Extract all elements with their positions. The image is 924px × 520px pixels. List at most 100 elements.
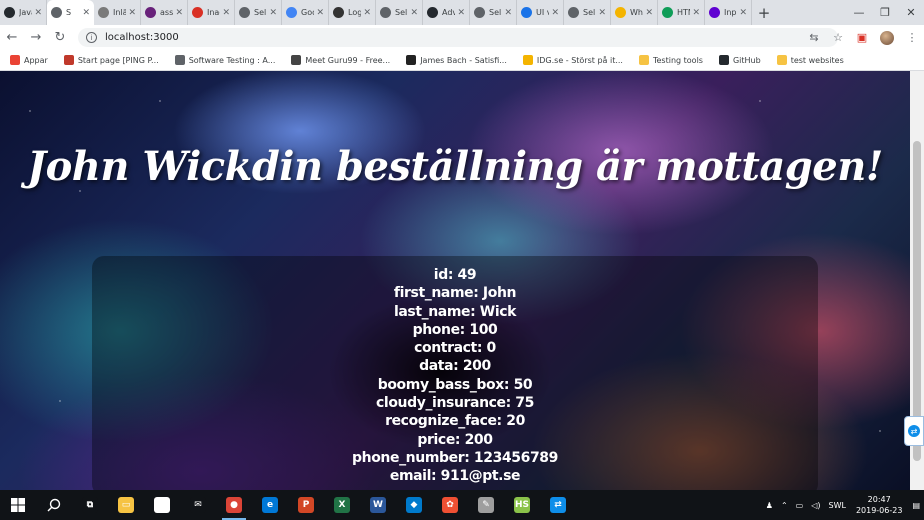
taskbar-mail[interactable]: ✉ <box>180 490 216 520</box>
close-icon[interactable]: ✕ <box>598 8 606 18</box>
browser-tab[interactable]: Inlän✕ <box>94 0 141 25</box>
network-icon[interactable]: ▭ <box>796 501 804 510</box>
order-field: boomy_bass_box: 50 <box>377 376 533 393</box>
tab-label: assig <box>160 8 174 17</box>
back-button[interactable]: ← <box>0 26 24 50</box>
avatar[interactable] <box>880 30 894 45</box>
taskbar-edge[interactable]: e <box>252 490 288 520</box>
order-field: data: 200 <box>419 358 491 375</box>
order-details: id: 49 first_name: John last_name: Wick pho… <box>92 266 818 486</box>
extension-icon[interactable]: ▣ <box>850 26 874 50</box>
close-icon[interactable]: ✕ <box>34 8 42 18</box>
taskbar-game-app[interactable]: HS <box>504 490 540 520</box>
translate-icon[interactable]: ⇆ <box>802 26 826 50</box>
taskbar-word[interactable]: W <box>360 490 396 520</box>
bookmark-item[interactable]: Testing tools <box>638 55 703 65</box>
github-icon <box>4 7 15 18</box>
bookmark-item[interactable]: IDG.se - Störst på it... <box>522 55 623 65</box>
feather-app-icon: ✎ <box>478 497 494 513</box>
teamviewer-widget[interactable]: ⇄ <box>904 416 924 446</box>
close-icon[interactable]: ✕ <box>269 8 277 18</box>
scrollbar-thumb[interactable] <box>913 141 921 461</box>
browser-tab[interactable]: Goog✕ <box>282 0 329 25</box>
bookmark-item[interactable]: GitHub <box>718 55 761 65</box>
notifications-icon[interactable]: ▤ <box>912 501 920 510</box>
bookmark-item[interactable]: Meet Guru99 - Free... <box>291 55 390 65</box>
close-icon[interactable]: ✕ <box>410 8 418 18</box>
tab-label: Selle <box>395 8 408 17</box>
taskbar-git-tool[interactable]: ✿ <box>432 490 468 520</box>
search-button[interactable] <box>36 490 72 520</box>
start-button[interactable] <box>0 490 36 520</box>
bookmark-item[interactable]: Software Testing : A... <box>174 55 275 65</box>
browser-tab[interactable]: assig✕ <box>141 0 188 25</box>
browser-tab[interactable]: Adva✕ <box>423 0 470 25</box>
close-icon[interactable]: ✕ <box>316 8 324 18</box>
bookmark-item[interactable]: test websites <box>776 55 844 65</box>
new-tab-button[interactable]: + <box>752 0 776 25</box>
close-icon[interactable]: ✕ <box>128 8 136 18</box>
taskbar-task-view[interactable]: ⧉ <box>72 490 108 520</box>
tab-label: Inpu <box>724 8 737 17</box>
browser-tab[interactable]: Wha✕ <box>611 0 658 25</box>
browser-tab[interactable]: Selle✕ <box>376 0 423 25</box>
page-viewport: John Wickdin beställning är mottagen! id… <box>0 71 910 490</box>
taskbar-file-explorer[interactable]: ▭ <box>108 490 144 520</box>
chevron-up-icon[interactable]: ⌃ <box>781 501 788 510</box>
close-icon[interactable]: ✕ <box>222 8 230 18</box>
info-icon[interactable]: i <box>86 32 97 43</box>
mail-icon: ✉ <box>190 497 206 513</box>
browser-tab[interactable]: S ✕ <box>47 0 94 25</box>
taskbar-store[interactable]: ▦ <box>144 490 180 520</box>
close-icon[interactable]: ✕ <box>175 8 183 18</box>
people-icon[interactable]: ♟ <box>766 501 773 510</box>
close-icon[interactable]: ✕ <box>645 8 653 18</box>
globe-icon <box>474 7 485 18</box>
reload-button[interactable]: ↻ <box>48 26 72 50</box>
taskbar-feather-app[interactable]: ✎ <box>468 490 504 520</box>
browser-tab[interactable]: Login✕ <box>329 0 376 25</box>
globe-icon <box>239 7 250 18</box>
taskbar-powerpoint[interactable]: P <box>288 490 324 520</box>
close-icon[interactable]: ✕ <box>82 8 90 18</box>
bookmark-star-icon[interactable]: ☆ <box>826 26 850 50</box>
forward-button[interactable]: → <box>24 26 48 50</box>
github-icon <box>427 7 438 18</box>
windows-icon <box>11 498 25 512</box>
close-icon[interactable]: ✕ <box>457 8 465 18</box>
browser-tab[interactable]: Inpu✕ <box>705 0 752 25</box>
browser-tab[interactable]: Selle✕ <box>235 0 282 25</box>
yahoo-icon <box>709 7 720 18</box>
browser-tab[interactable]: Selle✕ <box>470 0 517 25</box>
volume-icon[interactable]: ◁) <box>811 501 820 510</box>
vscode-icon: ◆ <box>406 497 422 513</box>
url-text[interactable]: localhost:3000 <box>105 32 179 43</box>
close-icon[interactable]: ✕ <box>551 8 559 18</box>
taskbar-vscode[interactable]: ◆ <box>396 490 432 520</box>
word-icon: W <box>370 497 386 513</box>
taskbar-chrome[interactable]: ● <box>216 490 252 520</box>
bookmark-item[interactable]: Start page [PING P... <box>63 55 159 65</box>
bookmark-label: IDG.se - Störst på it... <box>536 55 623 65</box>
browser-tab[interactable]: UI vs✕ <box>517 0 564 25</box>
restore-button[interactable]: ❐ <box>872 0 898 25</box>
bookmark-item[interactable]: James Bach - Satisfi... <box>406 55 507 65</box>
browser-tab[interactable]: Selle✕ <box>564 0 611 25</box>
close-window-button[interactable]: ✕ <box>898 0 924 25</box>
close-icon[interactable]: ✕ <box>739 8 747 18</box>
clock[interactable]: 20:47 2019-06-23 <box>856 494 903 516</box>
browser-tab[interactable]: Javas✕ <box>0 0 47 25</box>
close-icon[interactable]: ✕ <box>504 8 512 18</box>
browser-tab[interactable]: HTM✕ <box>658 0 705 25</box>
bookmark-item[interactable]: Appar <box>10 55 48 65</box>
minimize-button[interactable]: — <box>846 0 872 25</box>
address-bar[interactable]: i localhost:3000 <box>78 28 838 47</box>
close-icon[interactable]: ✕ <box>692 8 700 18</box>
taskbar-excel[interactable]: X <box>324 490 360 520</box>
taskbar-teamviewer[interactable]: ⇄ <box>540 490 576 520</box>
close-icon[interactable]: ✕ <box>363 8 371 18</box>
language-indicator[interactable]: SWL <box>828 501 845 510</box>
tab-label: Selle <box>254 8 267 17</box>
menu-kebab-icon[interactable]: ⋮ <box>900 26 924 50</box>
browser-tab[interactable]: Inact✕ <box>188 0 235 25</box>
